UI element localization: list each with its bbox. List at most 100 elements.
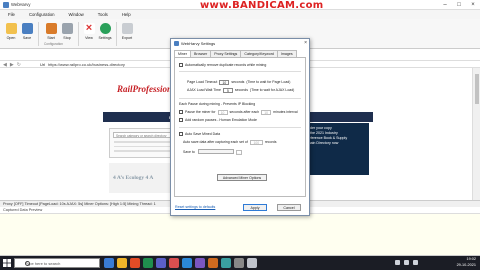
tab-browser[interactable]: Browser [190,50,212,57]
ajax-wait-label: AJAX Load Wait Time [187,88,221,92]
pause-end-label: minutes interval [273,110,298,114]
remove-duplicates-label: Automatically remove duplicate records w… [185,63,267,67]
network-icon[interactable] [395,260,400,265]
ajax-wait-unit: seconds [234,88,248,92]
remove-duplicates-option[interactable]: Automatically remove duplicate records w… [179,63,266,67]
taskbar-app-icon[interactable] [169,258,179,268]
status-text: Proxy [OFF] Timeout [PageLoad: 10s AJAX:… [3,202,156,206]
miner-tab-panel: Automatically remove duplicate records w… [174,57,306,197]
clock-date: 29-10-2021 [456,262,476,267]
taskbar-app-icon[interactable] [130,258,140,268]
auto-save-option[interactable]: Auto Save Mined Data [179,132,220,136]
page-load-input[interactable]: 10 [219,80,230,85]
human-emulation-label: Add random pauses - Human Emulation Mode [185,118,257,122]
taskbar-search-input[interactable]: Type here to search [14,258,100,268]
site-search-input[interactable]: Search category or search directory [113,132,173,138]
directory-search-box: Search category or search directory [109,128,179,158]
open-label: Open [6,36,16,40]
gear-icon [99,23,111,34]
auto-save-checkbox[interactable] [179,132,183,136]
windows-taskbar: Type here to search 19:02 29-10-2021 [0,256,480,270]
human-emulation-checkbox[interactable] [179,118,183,122]
taskbar-clock[interactable]: 19:02 29-10-2021 [457,257,476,268]
tab-category-keyword[interactable]: Category/Keyword [240,50,278,57]
taskbar-app-icon[interactable] [182,258,192,268]
ajax-wait-input[interactable]: 5 [222,88,233,93]
close-icon[interactable]: × [466,0,480,10]
ribbon-group-configuration: Configuration [44,42,63,46]
recorder-watermark: www.BANDICAM.com [200,0,324,11]
human-emulation-option[interactable]: Add random pauses - Human Emulation Mode [179,118,257,122]
close-icon[interactable]: × [304,40,307,46]
pause-miner-checkbox[interactable] [179,110,183,114]
cancel-button[interactable]: Cancel [277,204,301,211]
menu-configuration[interactable]: Configuration [25,12,59,17]
windows-start-icon[interactable] [3,259,11,267]
scrollbar-thumb[interactable] [475,74,479,104]
taskbar-app-icon[interactable] [247,258,257,268]
taskbar-search-placeholder: Type here to search [25,261,61,266]
view-label: View [85,36,93,40]
promo-box[interactable]: Order your copy of the 2021 Industry Ref… [303,123,369,175]
start-label: Start [47,36,55,40]
folder-icon [5,23,17,34]
taskbar-app-icon[interactable] [156,258,166,268]
remove-duplicates-checkbox[interactable] [179,63,183,67]
pause-miner-option[interactable]: Pause the miner for 10 seconds after each 1… [179,110,298,115]
ip-blocking-section-title: Each Pause during mining - Prevents IP B… [179,102,256,106]
auto-save-count-unit: records [264,140,277,144]
ribbon-separator [116,22,117,46]
taskbar-app-icon[interactable] [104,258,114,268]
auto-save-label: Auto Save Mined Data [185,132,221,136]
pause-mid-label: seconds after each [229,110,260,114]
tab-images[interactable]: Images [276,50,297,57]
taskbar-app-icon[interactable] [208,258,218,268]
taskbar-app-icon[interactable] [143,258,153,268]
dialog-titlebar: WebHarvy Settings × [171,39,309,48]
advanced-miner-options-button[interactable]: Advanced Miner Options [217,174,267,181]
ribbon-separator [78,22,79,46]
pause-interval-input[interactable]: 10 [261,110,272,115]
menu-help[interactable]: Help [118,12,135,17]
taskbar-app-icon[interactable] [195,258,205,268]
settings-dialog: WebHarvy Settings × Miner Browser Proxy … [170,38,310,216]
minimize-icon[interactable]: – [438,0,452,10]
pause-seconds-input[interactable]: 10 [217,110,228,115]
browser-scrollbar[interactable] [472,68,480,200]
settings-button[interactable]: Settings [96,23,114,40]
pause-miner-label: Pause the miner for [185,110,216,114]
export-label: Export [121,36,133,40]
browse-button[interactable]: … [235,150,242,155]
battery-icon[interactable] [413,260,418,265]
save-button[interactable]: Save [18,23,36,40]
menu-window[interactable]: Window [65,12,88,17]
auto-save-count-input[interactable]: 100 [249,140,263,145]
page-load-unit: seconds [231,80,245,84]
divider [179,98,301,99]
tab-proxy-settings[interactable]: Proxy Settings [210,50,242,57]
disk-icon [21,23,33,34]
save-to-path-input[interactable] [197,149,234,154]
auto-save-count-row: Auto save data after capturing each set … [183,140,276,145]
menu-file[interactable]: File [4,12,19,17]
close-x-icon: × [83,23,95,34]
tab-miner[interactable]: Miner [174,50,191,57]
taskbar-app-icon[interactable] [117,258,127,268]
app-icon [3,2,9,8]
promo-line: Chain Directory now [306,141,339,145]
export-button[interactable]: Export [118,23,136,40]
dialog-title: WebHarvy Settings [181,41,216,46]
stop-button[interactable]: Stop [58,23,76,40]
menu-tools[interactable]: Tools [94,12,112,17]
ajax-wait-hint: (Time to wait for AJAX Load) [249,88,295,92]
volume-icon[interactable] [404,260,409,265]
page-load-hint: (Time to wait for Page Load) [246,80,291,84]
apply-button[interactable]: Apply [243,204,267,211]
reset-defaults-link[interactable]: Reset settings to defaults [175,205,215,209]
maximize-icon[interactable]: □ [452,0,466,10]
taskbar-app-icon[interactable] [221,258,231,268]
start-config-icon [45,23,57,34]
taskbar-app-icon[interactable] [234,258,244,268]
system-tray-icons [395,260,418,265]
captured-data-preview[interactable] [0,214,480,256]
